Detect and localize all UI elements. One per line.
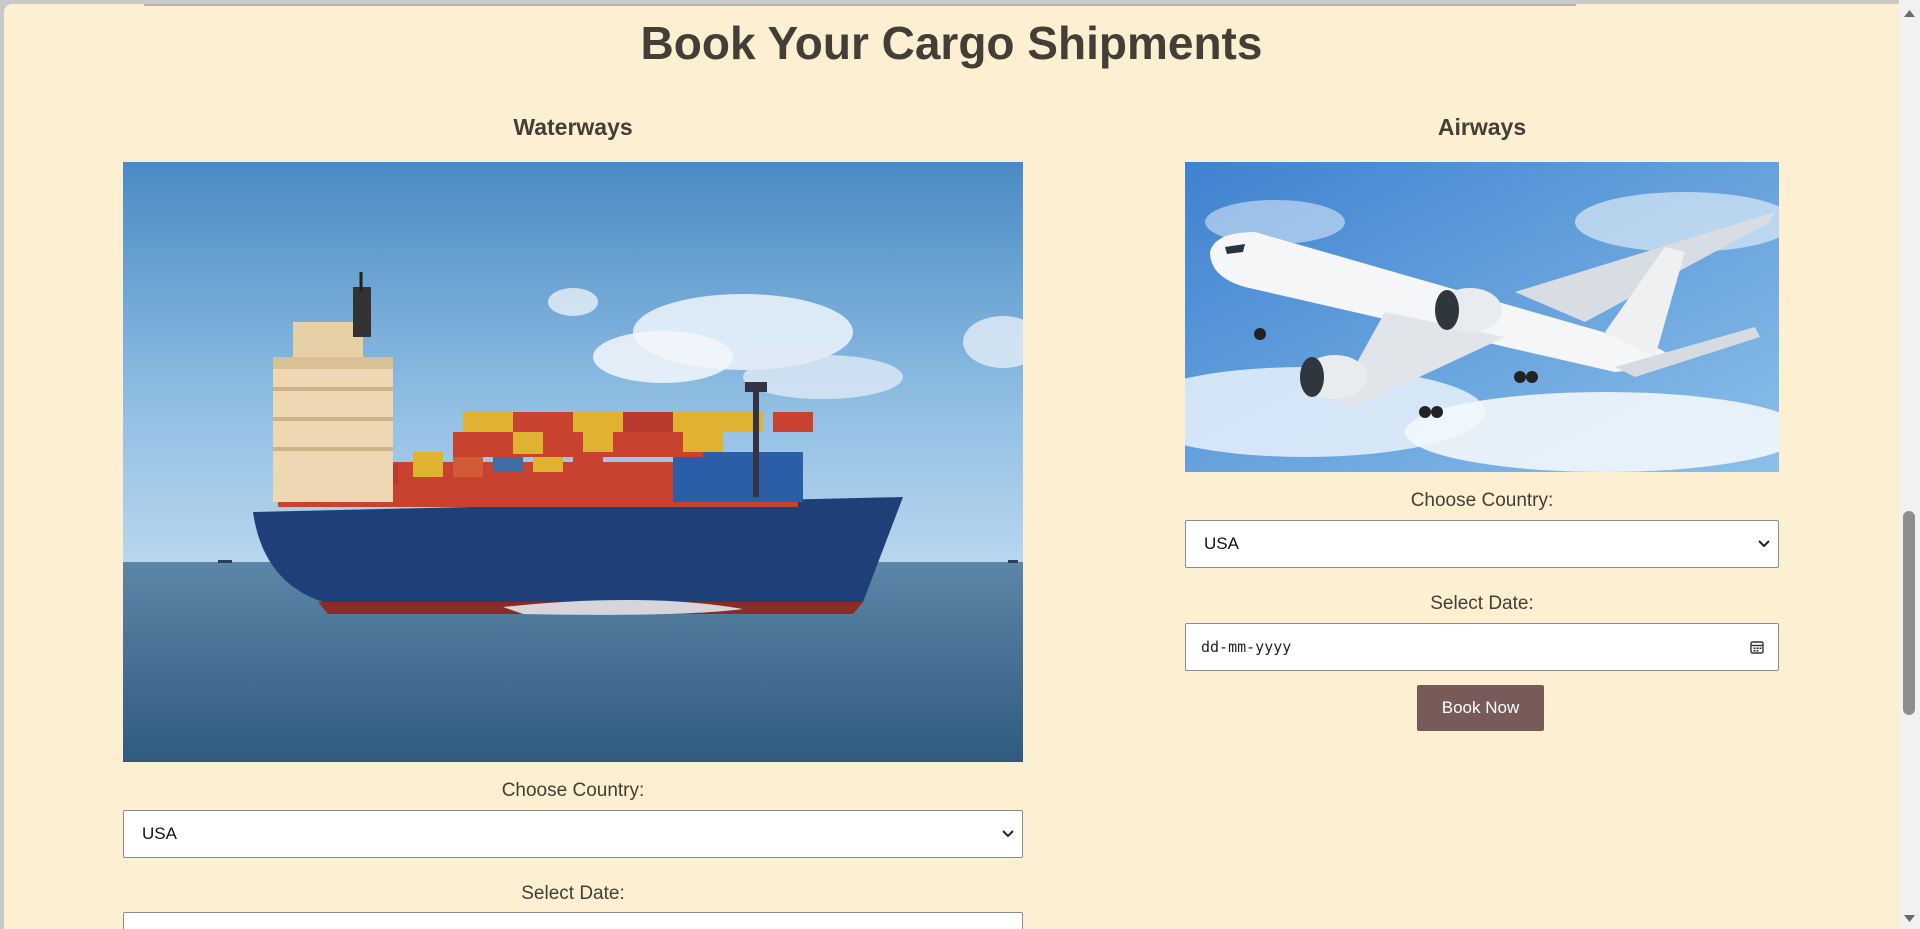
waterways-date-input[interactable]	[123, 912, 1023, 929]
chevron-down-icon	[1758, 540, 1770, 548]
page-container: Book Your Cargo Shipments Waterways Choo…	[4, 4, 1899, 929]
top-divider	[144, 4, 1576, 6]
waterways-date-label: Select Date:	[521, 883, 625, 904]
waterways-country-value: USA	[142, 824, 177, 843]
calendar-icon[interactable]	[1750, 640, 1764, 654]
page-title: Book Your Cargo Shipments	[640, 17, 1263, 69]
airways-title: Airways	[1437, 114, 1527, 140]
scroll-down-arrow-icon[interactable]	[1904, 915, 1915, 923]
waterways-country-select[interactable]: USA	[123, 810, 1023, 858]
airplane-image	[1185, 162, 1779, 472]
scrollbar-thumb[interactable]	[1903, 511, 1915, 715]
cargo-ship-image	[123, 162, 1023, 762]
airways-country-value: USA	[1204, 534, 1239, 553]
airways-country-select[interactable]: USA	[1185, 520, 1779, 568]
book-now-button[interactable]: Book Now	[1417, 685, 1544, 731]
airways-date-input[interactable]: dd-mm-yyyy	[1185, 623, 1779, 671]
waterways-country-label: Choose Country:	[501, 780, 645, 801]
waterways-title: Waterways	[513, 114, 633, 140]
airways-date-label: Select Date:	[1430, 593, 1534, 614]
date-placeholder: dd-mm-yyyy	[1201, 638, 1292, 656]
scroll-up-arrow-icon[interactable]	[1904, 9, 1915, 17]
chevron-down-icon	[1002, 830, 1014, 838]
vertical-scrollbar[interactable]	[1899, 0, 1920, 929]
airways-country-label: Choose Country:	[1410, 490, 1554, 511]
